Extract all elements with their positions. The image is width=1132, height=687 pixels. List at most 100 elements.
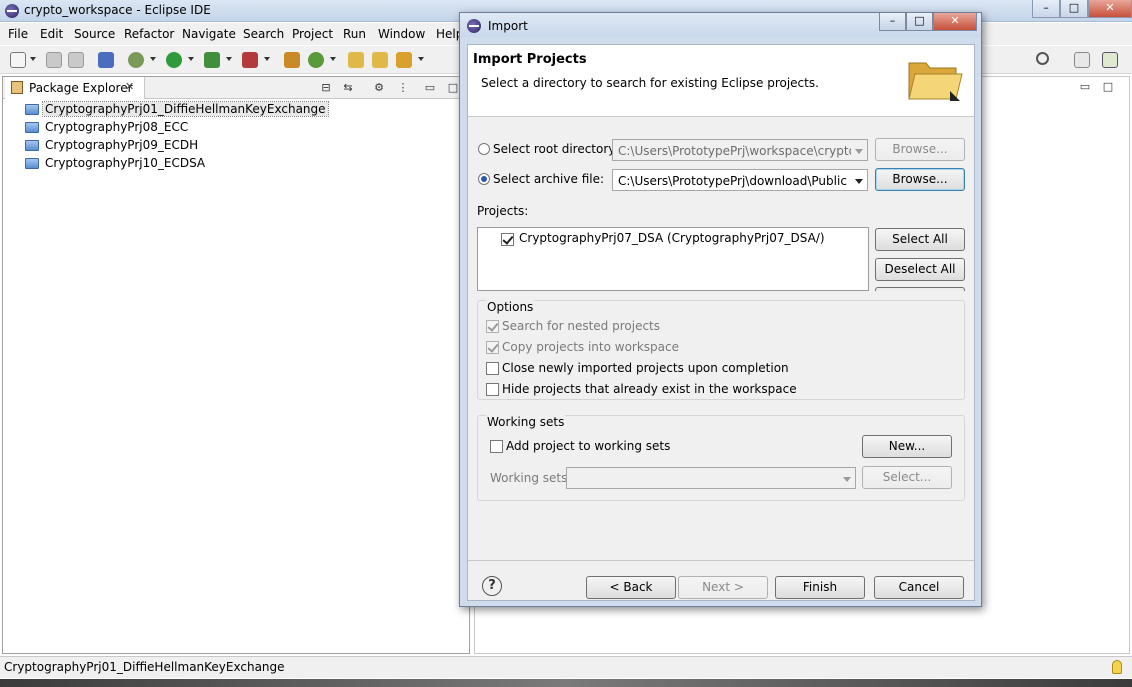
next-button[interactable]: Next > (678, 576, 768, 599)
new-package-icon[interactable] (284, 52, 300, 68)
wizard-subheading: Select a directory to search for existin… (481, 76, 819, 90)
working-sets-label: Working sets: (490, 471, 572, 485)
working-sets-title: Working sets (486, 415, 566, 429)
wizard-banner: Import Projects Select a directory to se… (468, 45, 974, 117)
taskbar-strip (0, 679, 1132, 687)
search-icon[interactable] (1036, 52, 1049, 65)
maximize-button[interactable]: □ (1060, 0, 1088, 18)
menu-run[interactable]: Run (343, 27, 366, 41)
import-dialog: Import – □ ✕ Import Projects Select a di… (459, 12, 982, 607)
chevron-down-icon (855, 179, 863, 184)
dialog-minimize-button[interactable]: – (879, 13, 906, 31)
dialog-title: Import (488, 19, 528, 33)
pen-dropdown-icon[interactable] (418, 57, 424, 61)
eclipse-icon (5, 4, 19, 18)
search-nested-label: Search for nested projects (502, 319, 661, 333)
archive-file-label: Select archive file: (493, 172, 605, 186)
menu-source[interactable]: Source (74, 27, 115, 41)
dialog-separator (468, 560, 974, 561)
options-title: Options (486, 300, 535, 314)
back-button[interactable]: < Back (586, 576, 676, 599)
menu-edit[interactable]: Edit (40, 27, 63, 41)
debug-icon[interactable] (128, 52, 144, 68)
working-sets-combo[interactable] (566, 467, 856, 489)
browse-root-button[interactable]: Browse... (875, 138, 965, 161)
projects-label: Projects: (477, 204, 529, 218)
close-imported-label: Close newly imported projects upon compl… (502, 361, 789, 375)
deselect-all-button[interactable]: Deselect All (875, 258, 965, 281)
filters-icon[interactable]: ⚙ (371, 80, 387, 96)
working-sets-group: Working sets Add project to working sets… (477, 415, 965, 501)
menu-search[interactable]: Search (243, 27, 284, 41)
coverage-icon[interactable] (204, 52, 220, 68)
menu-file[interactable]: File (8, 27, 28, 41)
project-checkbox[interactable] (501, 233, 514, 246)
cancel-button[interactable]: Cancel (874, 576, 964, 599)
new-icon[interactable] (10, 52, 26, 68)
project-item-label: CryptographyPrj07_DSA (CryptographyPrj07… (519, 231, 825, 245)
run-icon[interactable] (166, 52, 182, 68)
options-group: Options Search for nested projects Copy … (477, 300, 965, 400)
debug-dropdown-icon[interactable] (150, 57, 156, 61)
tip-lightbulb-icon[interactable] (1112, 660, 1122, 674)
external-tools-dropdown-icon[interactable] (264, 57, 270, 61)
copy-into-workspace-checkbox[interactable] (486, 341, 499, 354)
new-class-icon[interactable] (308, 52, 324, 68)
open-folder-icon[interactable] (372, 52, 388, 68)
browse-archive-button[interactable]: Browse... (875, 168, 965, 191)
menu-navigate[interactable]: Navigate (182, 27, 236, 41)
menu-refactor[interactable]: Refactor (124, 27, 174, 41)
menu-window[interactable]: Window (378, 27, 425, 41)
add-to-working-sets-label: Add project to working sets (506, 439, 671, 453)
minimize-view-icon[interactable]: ▭ (422, 80, 438, 96)
dialog-maximize-button[interactable]: □ (906, 13, 933, 31)
add-to-working-sets-checkbox[interactable] (490, 440, 503, 453)
coverage-dropdown-icon[interactable] (226, 57, 232, 61)
close-button[interactable]: ✕ (1088, 0, 1132, 18)
finish-button[interactable]: Finish (775, 576, 865, 599)
refresh-button[interactable] (875, 287, 965, 291)
archive-file-combo[interactable]: C:\Users\PrototypePrj\download\Public Ke… (612, 169, 868, 191)
minimize-editor-icon[interactable]: ▭ (1077, 79, 1093, 95)
root-directory-combo[interactable]: C:\Users\PrototypePrj\workspace\crypto_w… (612, 139, 868, 161)
select-root-directory-radio[interactable] (478, 143, 490, 155)
save-icon[interactable] (46, 52, 62, 68)
dialog-close-button[interactable]: ✕ (933, 13, 977, 31)
save-all-icon[interactable] (68, 52, 84, 68)
project-folder-icon (25, 122, 39, 133)
package-explorer-view: Package Explorer ✕ ⊟ ⇆ ⚙ ⋮ ▭ □ Cryptogra… (2, 76, 470, 654)
close-tab-icon[interactable]: ✕ (125, 80, 134, 93)
tab-package-explorer[interactable]: Package Explorer ✕ (5, 77, 145, 99)
projects-list[interactable]: CryptographyPrj07_DSA (CryptographyPrj07… (477, 227, 869, 291)
open-perspective-icon[interactable] (1074, 52, 1090, 68)
tree-item-label: CryptographyPrj09_ECDH (45, 138, 199, 152)
select-working-set-button[interactable]: Select... (862, 466, 952, 489)
wizard-heading: Import Projects (473, 52, 587, 67)
select-all-button[interactable]: Select All (875, 228, 965, 251)
maximize-editor-icon[interactable]: □ (1100, 79, 1116, 95)
menu-project[interactable]: Project (292, 27, 333, 41)
open-type-icon[interactable] (348, 52, 364, 68)
pen-icon[interactable] (396, 52, 412, 68)
hide-existing-checkbox[interactable] (486, 383, 499, 396)
collapse-all-icon[interactable]: ⊟ (318, 80, 334, 96)
external-tools-icon[interactable] (242, 52, 258, 68)
skip-breakpoints-icon[interactable] (98, 52, 114, 68)
select-archive-file-radio[interactable] (478, 173, 490, 185)
new-dropdown-icon[interactable] (30, 57, 36, 61)
dialog-body: Import Projects Select a directory to se… (467, 44, 975, 601)
run-dropdown-icon[interactable] (188, 57, 194, 61)
chevron-down-icon (855, 149, 863, 154)
search-nested-checkbox[interactable] (486, 320, 499, 333)
hide-existing-label: Hide projects that already exist in the … (502, 382, 797, 396)
java-perspective-icon[interactable] (1102, 52, 1118, 68)
link-with-editor-icon[interactable]: ⇆ (340, 80, 356, 96)
close-imported-checkbox[interactable] (486, 362, 499, 375)
new-working-set-button[interactable]: New... (862, 435, 952, 458)
new-class-dropdown-icon[interactable] (330, 57, 336, 61)
help-icon[interactable]: ? (482, 576, 502, 596)
view-menu-icon[interactable]: ⋮ (395, 80, 411, 96)
root-directory-value: C:\Users\PrototypePrj\workspace\crypto_w… (618, 144, 868, 158)
window-title: crypto_workspace - Eclipse IDE (24, 3, 211, 17)
minimize-button[interactable]: – (1032, 0, 1060, 18)
